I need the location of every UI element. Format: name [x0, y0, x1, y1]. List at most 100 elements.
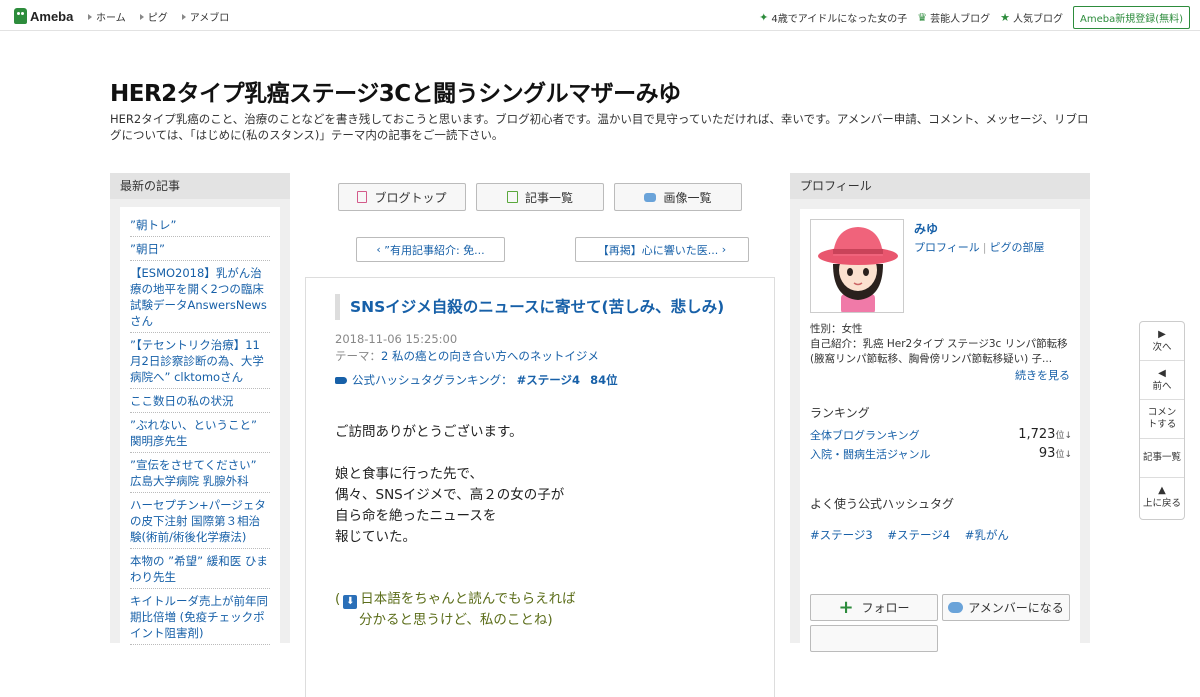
list-icon [506, 191, 518, 203]
article-line: 偶々、SNSイジメで、高２の女の子が [335, 487, 565, 503]
ameba-logo[interactable]: Ameba [14, 7, 73, 25]
avatar-image [811, 220, 903, 312]
recent-article-item[interactable]: ”朝日” [130, 237, 270, 261]
hashtag-link[interactable]: #ステージ3 [810, 528, 873, 542]
blog-top-label: ブログトップ [374, 190, 447, 205]
top-nav-ameblo[interactable]: アメブロ [181, 9, 230, 24]
arrow-down-icon: ↓ [1064, 431, 1072, 441]
profile-intro: 自己紹介：乳癌 Her2タイプ ステージ3c リンパ節転移 (腋窩リンパ節転移、… [810, 338, 1068, 365]
top-link-popular[interactable]: ★ 人気ブログ [1000, 10, 1063, 25]
profile-link[interactable]: プロフィール [914, 241, 980, 254]
blog-title[interactable]: HER2タイプ乳癌ステージ3Cと闘うシングルマザーみゆ [110, 74, 681, 108]
triangle-up-icon: ▲ [1158, 485, 1166, 496]
article-list-button[interactable]: 記事一覧 [476, 183, 604, 211]
top-nav: ホーム ピグ アメブロ [88, 9, 243, 24]
top-nav-label: アメブロ [189, 13, 230, 24]
amember-button[interactable]: アメンバーになる [942, 594, 1070, 621]
article-body: ご訪問ありがとうございます。 娘と食事に行った先で、 偶々、SNSイジメで、高２… [335, 422, 564, 569]
top-right-links: ✦ 4歳でアイドルになった女の子 ♛ 芸能人ブログ ★ 人気ブログ Ameba新規登録… [759, 6, 1190, 29]
prev-article-link[interactable]: ‹ ”有用記事紹介: 免... [356, 237, 505, 262]
recent-articles-list: ”朝トレ” ”朝日” 【ESMO2018】乳がん治療の地平を開く2つの臨床試験デ… [120, 207, 280, 647]
recent-article-item[interactable]: ”【テセントリク治療】11月2日診察診断の為、大学病院へ” clktomoさん [130, 333, 270, 389]
next-article-link[interactable]: 【再掲】心に響いた医... › [575, 237, 749, 262]
note-line: 日本語をちゃんと読んでもらえれば [360, 591, 576, 607]
side-nav-back-to-top[interactable]: ▲ 上に戻る [1140, 478, 1184, 517]
article-meta: 2018-11-06 15:25:00 テーマ：2 私の癌との向き合い方へのネッ… [335, 331, 599, 365]
article-paragraph: 娘と食事に行った先で、 偶々、SNSイジメで、高２の女の子が 自ら命を絶ったニュ… [335, 464, 564, 548]
ranking-row-overall: 全体ブログランキング 1,723位↓ [810, 427, 1072, 443]
blog-top-button[interactable]: ブログトップ [338, 183, 466, 211]
side-nav-prev[interactable]: ◀ 前へ [1140, 361, 1184, 400]
register-button[interactable]: Ameba新規登録(無料) [1072, 6, 1190, 29]
recent-article-item[interactable]: ”宣伝をさせてください” 広島大学病院 乳腺外科 [130, 453, 270, 493]
side-nav-label: 次へ [1152, 341, 1172, 353]
next-article-label: 【再掲】心に響いた医... [597, 243, 719, 257]
hashtag-ranking[interactable]: 公式ハッシュタグランキング： #ステージ4 84位 [335, 372, 618, 388]
article-theme-label: テーマ： [335, 349, 381, 363]
article-line: 報じていた。 [335, 529, 416, 545]
side-nav-label: 前へ [1152, 380, 1172, 392]
top-link-celebrity[interactable]: ♛ 芸能人ブログ [917, 10, 990, 25]
blog-description: HER2タイプ乳癌のこと、治療のことなどを書き残しておこうと思います。ブログ初心… [110, 112, 1089, 142]
arrow-down-icon: ⬇ [343, 595, 358, 609]
article-theme-link[interactable]: 2 私の癌との向き合い方へのネットイジメ [381, 349, 599, 363]
sparkle-icon: ✦ [759, 11, 769, 24]
message-button[interactable] [810, 625, 938, 652]
recent-article-item[interactable]: ”ぶれない、ということ” 関明彦先生 [130, 413, 270, 453]
top-link-label: 4歳でアイドルになった女の子 [771, 14, 908, 25]
side-nav-next[interactable]: ▶ 次へ [1140, 322, 1184, 361]
top-link-idol[interactable]: ✦ 4歳でアイドルになった女の子 [759, 10, 907, 25]
hashtag-ranking-label: 公式ハッシュタグランキング： [352, 373, 513, 387]
top-nav-label: ピグ [147, 13, 168, 24]
hashtag-heading: よく使う公式ハッシュタグ [810, 497, 955, 511]
plus-icon: + [838, 596, 854, 618]
hashtag-link[interactable]: #ステージ4 [887, 528, 950, 542]
ranking-value: 1,723 [1018, 427, 1056, 442]
top-nav-home[interactable]: ホーム [88, 9, 126, 24]
hashtag-ranking-rank: 84位 [590, 373, 618, 387]
crown-icon: ♛ [917, 11, 928, 24]
side-nav-label: 上に戻る [1142, 498, 1181, 509]
ranking-label[interactable]: 入院・闘病生活ジャンル [810, 446, 930, 462]
read-more-link[interactable]: 続きを見る [1015, 367, 1070, 383]
note-line: 分かると思うけど、私のことね) [359, 612, 553, 628]
ameba-logo-icon [14, 8, 27, 24]
avatar[interactable] [810, 219, 904, 313]
profile-info: 性別：女性 自己紹介：乳癌 Her2タイプ ステージ3c リンパ節転移 (腋窩リ… [810, 322, 1072, 367]
recent-articles-panel: 最新の記事 ”朝トレ” ”朝日” 【ESMO2018】乳がん治療の地平を開く2つ… [110, 173, 290, 647]
recent-article-item[interactable]: 本物の ”希望” 緩和医 ひまわり先生 [130, 549, 270, 589]
image-list-button[interactable]: 画像一覧 [614, 183, 742, 211]
side-nav-comment[interactable]: コメントする [1140, 400, 1184, 439]
article-title[interactable]: SNSイジメ自殺のニュースに寄せて(苦しみ、悲しみ) [335, 294, 724, 320]
blog-nav-buttons: ブログトップ 記事一覧 画像一覧 [338, 183, 752, 211]
hashtag-link[interactable]: #乳がん [965, 528, 1009, 542]
article-date: 2018-11-06 15:25:00 [335, 332, 458, 346]
profile-gender: 性別：女性 [810, 323, 863, 335]
ranking-heading: ランキング [810, 406, 870, 420]
recent-article-item[interactable]: 【ESMO2018】乳がん治療の地平を開く2つの臨床試験データAnswersNe… [130, 261, 270, 333]
recent-article-item[interactable]: ”朝トレ” [130, 213, 270, 237]
side-nav-article-list[interactable]: 記事一覧 [1140, 439, 1184, 478]
recent-article-item[interactable]: キイトルーダ売上が前年同期比倍増 (免疫チェックポイント阻害剤) [130, 589, 270, 645]
profile-name[interactable]: みゆ [914, 220, 938, 237]
recent-article-item[interactable]: ここ数日の私の状況 [130, 389, 270, 413]
separator: | [982, 241, 987, 254]
top-nav-pigg[interactable]: ピグ [139, 9, 168, 24]
recent-article-item[interactable]: ハーセプチン+パージェタの皮下注射 国際第３相治験(術前/術後化学療法) [130, 493, 270, 549]
follow-button[interactable]: + フォロー [810, 594, 938, 621]
article-line: 娘と食事に行った先で、 [335, 466, 483, 482]
triangle-right-icon [88, 13, 92, 20]
arrow-down-icon: ↓ [1064, 450, 1072, 460]
triangle-right-icon [181, 13, 186, 20]
ameba-logo-text: Ameba [30, 8, 74, 24]
article-paragraph: ご訪問ありがとうございます。 [335, 424, 523, 440]
chevron-right-icon: › [718, 243, 727, 256]
ranking-row-genre: 入院・闘病生活ジャンル 93位↓ [810, 446, 1072, 462]
ranking-label[interactable]: 全体ブログランキング [810, 427, 920, 443]
pigg-room-link[interactable]: ピグの部屋 [990, 241, 1045, 254]
triangle-right-icon [139, 13, 144, 20]
image-list-label: 画像一覧 [663, 190, 712, 205]
hashtag-list: #ステージ3 #ステージ4 #乳がん [810, 527, 1020, 543]
play-right-icon: ▶ [1158, 328, 1166, 340]
star-icon: ★ [1000, 11, 1010, 24]
